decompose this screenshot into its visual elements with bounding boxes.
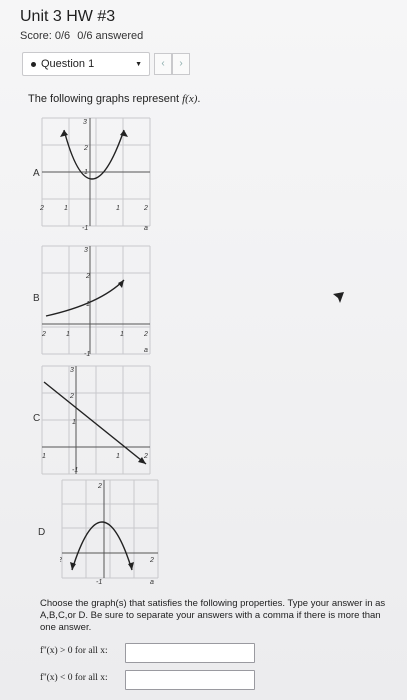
question-label: Question 1 (41, 58, 95, 70)
svg-text:1: 1 (42, 453, 46, 460)
prompt-text: The following graphs represent f(x). (28, 93, 201, 105)
svg-text:2: 2 (97, 483, 102, 490)
svg-text:1: 1 (120, 331, 124, 338)
svg-text:2: 2 (143, 331, 148, 338)
graph-c: 1 1 2 3 2 1 -1 (41, 365, 151, 475)
svg-text:2: 2 (40, 205, 44, 212)
svg-text:-1: -1 (96, 579, 102, 586)
svg-text:a: a (150, 579, 154, 586)
status-dot-icon (31, 61, 36, 67)
graph-b-label: B (33, 293, 40, 304)
svg-text:-1: -1 (82, 225, 88, 232)
svg-text:a: a (144, 347, 148, 354)
svg-text:2: 2 (143, 453, 148, 460)
next-question-button[interactable]: › (172, 53, 190, 75)
svg-text:1: 1 (116, 453, 120, 460)
function-notation: f(x) (182, 93, 198, 105)
svg-text:2: 2 (143, 205, 148, 212)
instructions-text: Choose the graph(s) that satisfies the f… (40, 598, 386, 633)
svg-text:2: 2 (69, 393, 74, 400)
svg-text:1: 1 (66, 331, 70, 338)
condition-1-label: f''(x) > 0 for all x: (40, 646, 108, 656)
answered-label: 0/6 answered (77, 30, 144, 42)
graph-b: 2 1 1 2 3 2 1 -1 a (41, 245, 151, 358)
answer-input-1[interactable] (125, 643, 255, 663)
svg-text:1: 1 (86, 301, 90, 308)
page-title: Unit 3 HW #3 (20, 8, 116, 25)
svg-text:1: 1 (72, 419, 76, 426)
svg-text:-1: -1 (72, 467, 78, 474)
prev-question-button[interactable]: ‹ (154, 53, 172, 75)
svg-text:1: 1 (84, 169, 88, 176)
mouse-cursor-icon (333, 292, 344, 303)
condition-2-label: f''(x) < 0 for all x: (40, 673, 108, 683)
svg-text:3: 3 (83, 119, 87, 126)
score-line: Score: 0/6 0/6 answered (20, 30, 147, 42)
svg-text:3: 3 (70, 367, 74, 374)
chevron-down-icon: ▼ (135, 60, 142, 68)
svg-text:-1: -1 (84, 351, 90, 358)
svg-text:1: 1 (116, 205, 120, 212)
page: Unit 3 HW #3 Score: 0/6 0/6 answered Que… (0, 0, 407, 700)
graph-d-label: D (38, 527, 46, 538)
question-dropdown[interactable]: Question 1 ▼ (22, 52, 150, 76)
graph-a: 2 1 1 2 3 2 1 -1 a (40, 117, 151, 232)
graph-a-label: A (33, 168, 40, 179)
svg-text:2: 2 (83, 145, 88, 152)
svg-text:2: 2 (149, 557, 154, 564)
svg-text:2: 2 (60, 557, 62, 564)
svg-text:1: 1 (64, 205, 68, 212)
score-label: Score: 0/6 (20, 30, 71, 42)
answer-input-2[interactable] (125, 670, 255, 690)
graph-d: 2 2 2 -1 a (60, 479, 159, 586)
svg-text:2: 2 (41, 331, 46, 338)
svg-text:a: a (144, 225, 148, 232)
svg-text:2: 2 (85, 273, 90, 280)
svg-text:3: 3 (84, 247, 88, 254)
